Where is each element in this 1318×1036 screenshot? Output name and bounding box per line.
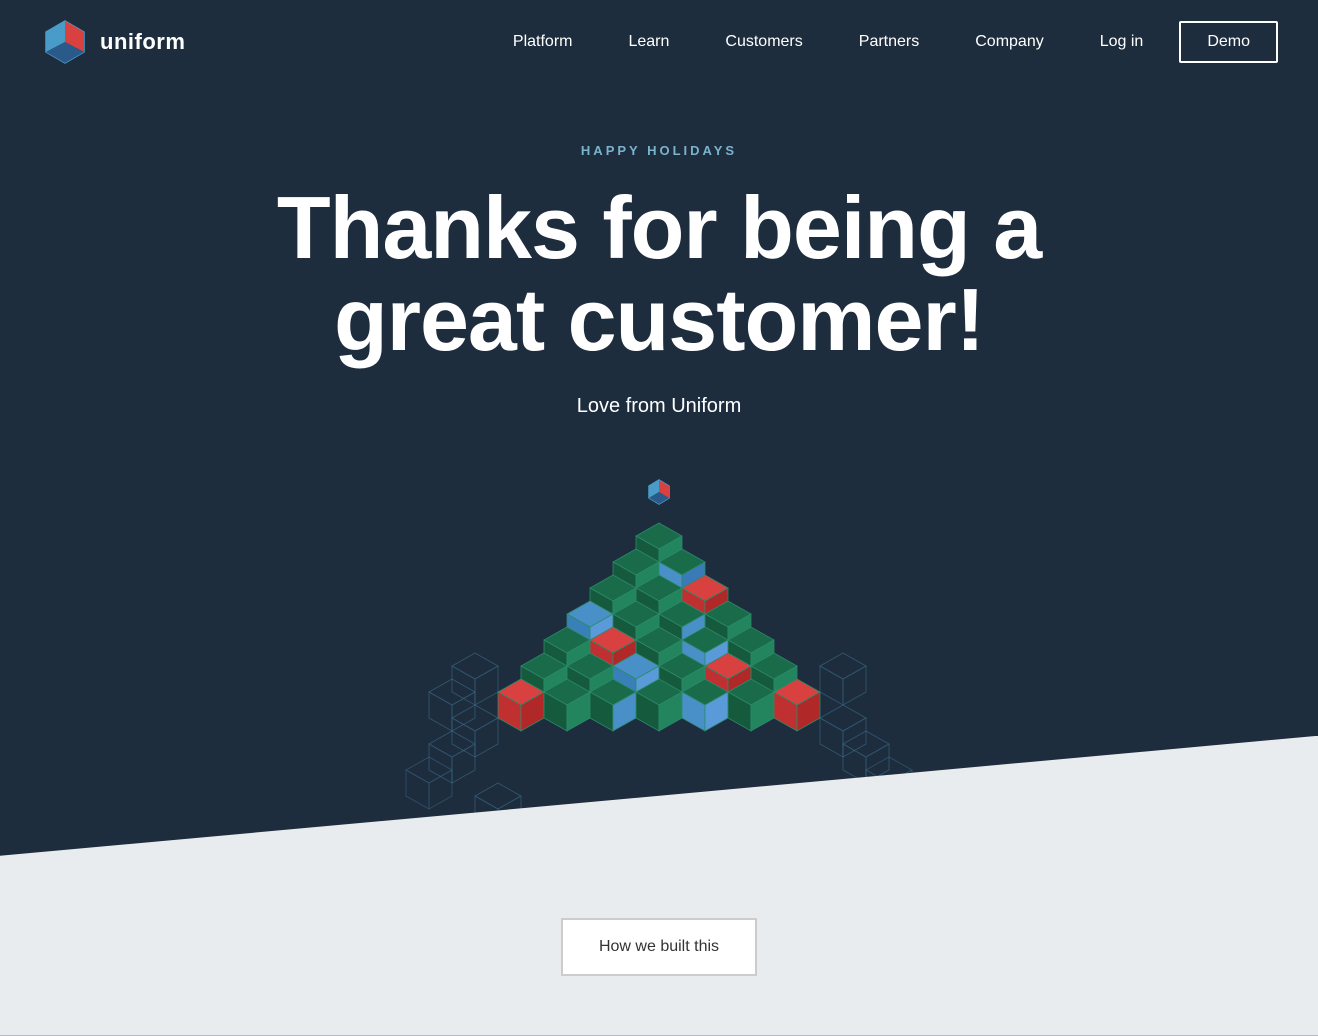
nav-item-platform[interactable]: Platform <box>485 0 601 83</box>
nav-item-customers[interactable]: Customers <box>697 0 830 83</box>
login-link[interactable]: Log in <box>1072 0 1172 83</box>
hero-subtitle: HAPPY HOLIDAYS <box>40 143 1278 158</box>
bottom-section: How we built this <box>0 838 1318 1036</box>
hero-tagline: Love from Uniform <box>40 395 1278 418</box>
hero-title: Thanks for being a great customer! <box>209 182 1109 367</box>
nav-link-partners[interactable]: Partners <box>831 0 947 83</box>
cta-container: How we built this <box>0 838 1318 1036</box>
logo[interactable]: uniform <box>40 17 185 67</box>
logo-text: uniform <box>100 29 185 55</box>
nav-links: Platform Learn Customers Partners Compan… <box>485 0 1072 83</box>
how-built-button[interactable]: How we built this <box>561 918 757 976</box>
nav-item-learn[interactable]: Learn <box>600 0 697 83</box>
hero-section: HAPPY HOLIDAYS Thanks for being a great … <box>0 83 1318 418</box>
navbar: uniform Platform Learn Customers Partner… <box>0 0 1318 83</box>
nav-link-customers[interactable]: Customers <box>697 0 830 83</box>
nav-item-partners[interactable]: Partners <box>831 0 947 83</box>
nav-link-company[interactable]: Company <box>947 0 1071 83</box>
nav-link-platform[interactable]: Platform <box>485 0 601 83</box>
demo-button[interactable]: Demo <box>1179 21 1278 63</box>
nav-link-learn[interactable]: Learn <box>600 0 697 83</box>
logo-icon <box>40 17 90 67</box>
nav-item-company[interactable]: Company <box>947 0 1071 83</box>
